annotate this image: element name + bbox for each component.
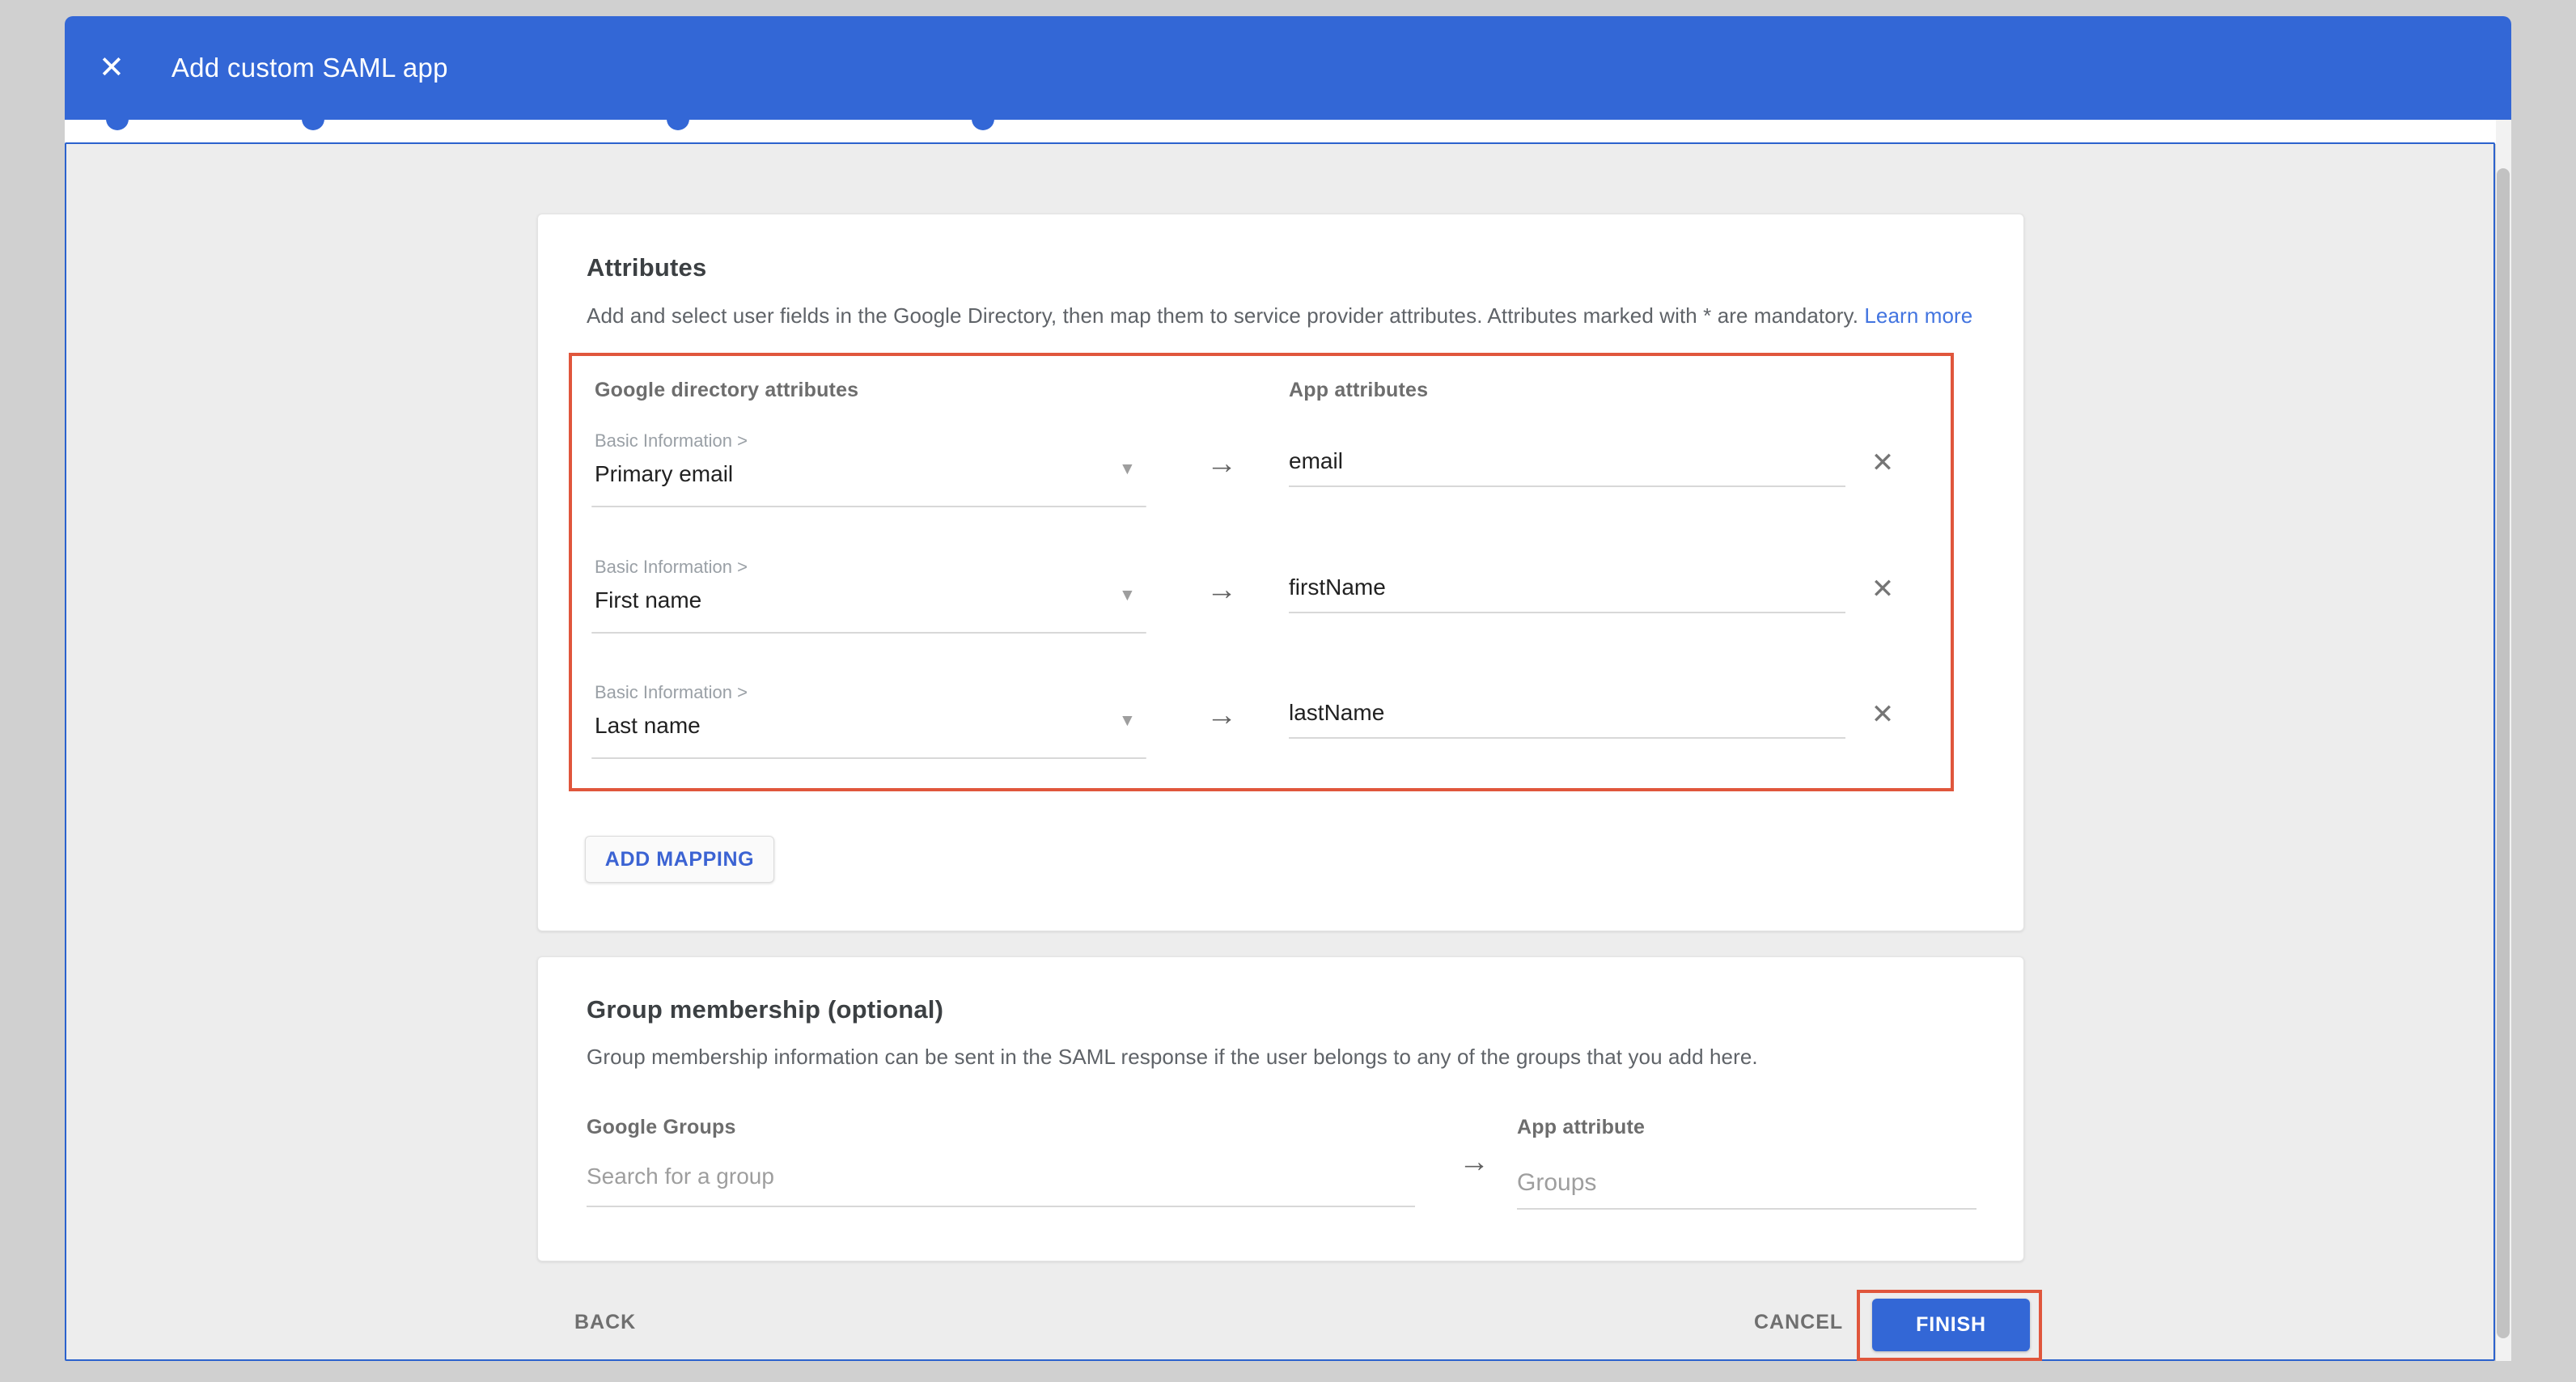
remove-mapping-icon[interactable]: ✕ <box>1865 573 1900 605</box>
attribute-mapping-annotation-box: Google directory attributes App attribut… <box>569 353 1954 791</box>
attributes-card-description: Add and select user fields in the Google… <box>587 303 1972 329</box>
app-attribute-input[interactable] <box>1289 448 1845 487</box>
attribute-mapping-row: Basic Information > Last name ▼ → ✕ <box>572 682 1951 787</box>
group-app-attribute-input[interactable] <box>1517 1169 1976 1210</box>
attributes-card: Attributes Add and select user fields in… <box>537 214 2024 931</box>
attributes-description-text: Add and select user fields in the Google… <box>587 303 1858 328</box>
chevron-down-icon: ▼ <box>1119 460 1136 479</box>
app-attribute-header: App attribute <box>1517 1116 1645 1139</box>
learn-more-link[interactable]: Learn more <box>1864 303 1972 328</box>
group-membership-card: Group membership (optional) Group member… <box>537 956 2024 1261</box>
select-underline <box>591 632 1146 634</box>
arrow-right-icon: → <box>1459 1147 1489 1177</box>
scrollbar-thumb[interactable] <box>2497 168 2510 1338</box>
close-icon[interactable]: ✕ <box>99 53 125 83</box>
group-membership-title: Group membership (optional) <box>587 995 943 1024</box>
add-mapping-button[interactable]: ADD MAPPING <box>585 836 774 883</box>
select-underline <box>591 506 1146 507</box>
remove-mapping-icon[interactable]: ✕ <box>1865 698 1900 731</box>
dialog-title: Add custom SAML app <box>172 53 448 83</box>
dialog-header: ✕ Add custom SAML app <box>65 16 2511 120</box>
attribute-field: First name <box>595 587 701 613</box>
app-attribute-input[interactable] <box>1289 700 1845 739</box>
attribute-field: Primary email <box>595 461 733 487</box>
group-search-input[interactable] <box>587 1164 1415 1207</box>
page-background: { "header": { "title": "Add custom SAML … <box>0 0 2576 1382</box>
remove-mapping-icon[interactable]: ✕ <box>1865 447 1900 479</box>
finish-button[interactable]: FINISH <box>1872 1299 2030 1351</box>
chevron-down-icon: ▼ <box>1119 586 1136 605</box>
arrow-right-icon: → <box>1206 448 1237 479</box>
attributes-card-title: Attributes <box>587 253 706 282</box>
attribute-field: Last name <box>595 713 701 739</box>
select-underline <box>591 757 1146 759</box>
scrollbar-track[interactable] <box>2496 120 2511 1361</box>
cancel-button[interactable]: CANCEL <box>1754 1311 1843 1334</box>
app-attributes-column-header: App attributes <box>1289 379 1428 402</box>
app-attribute-input[interactable] <box>1289 574 1845 613</box>
back-button[interactable]: BACK <box>574 1311 636 1334</box>
stepper-strip <box>65 120 2511 144</box>
arrow-right-icon: → <box>1206 700 1237 731</box>
finish-annotation-box: FINISH <box>1857 1290 2042 1361</box>
dialog-content: Attributes Add and select user fields in… <box>65 142 2495 1361</box>
group-membership-description: Group membership information can be sent… <box>587 1045 1758 1070</box>
directory-attributes-column-header: Google directory attributes <box>595 379 858 402</box>
attribute-category: Basic Information > <box>595 557 748 578</box>
attribute-mapping-row: Basic Information > Primary email ▼ → ✕ <box>572 430 1951 536</box>
chevron-down-icon: ▼ <box>1119 711 1136 731</box>
attribute-category: Basic Information > <box>595 430 748 451</box>
arrow-right-icon: → <box>1206 574 1237 605</box>
google-groups-header: Google Groups <box>587 1116 736 1139</box>
attribute-category: Basic Information > <box>595 682 748 703</box>
attribute-mapping-row: Basic Information > First name ▼ → ✕ <box>572 557 1951 662</box>
